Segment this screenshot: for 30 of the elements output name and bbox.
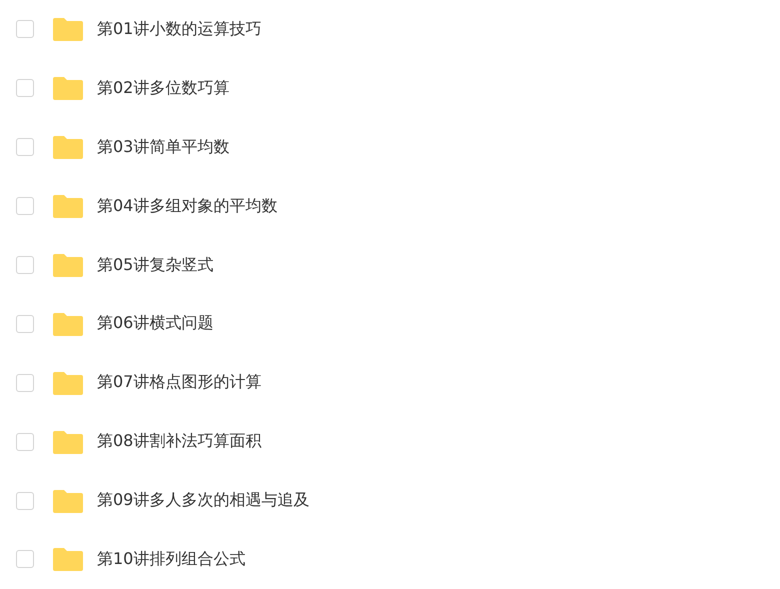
folder-name[interactable]: 第08讲割补法巧算面积 (97, 431, 262, 452)
checkbox[interactable] (16, 138, 34, 156)
folder-name[interactable]: 第06讲横式问题 (97, 313, 214, 334)
folder-icon (53, 430, 83, 454)
checkbox[interactable] (16, 197, 34, 216)
checkbox[interactable] (16, 256, 34, 274)
checkbox[interactable] (16, 374, 34, 392)
checkbox[interactable] (16, 550, 34, 568)
folder-name[interactable]: 第04讲多组对象的平均数 (97, 196, 278, 217)
folder-name[interactable]: 第10讲排列组合公式 (97, 548, 246, 570)
folder-icon (53, 488, 83, 513)
checkbox[interactable] (16, 79, 34, 98)
folder-icon (53, 370, 83, 395)
folder-icon (53, 135, 83, 160)
checkbox[interactable] (16, 492, 34, 510)
folder-icon (53, 253, 83, 277)
checkbox[interactable] (16, 432, 34, 451)
folder-name[interactable]: 第02讲多位数巧算 (97, 78, 230, 99)
folder-name[interactable]: 第01讲小数的运算技巧 (97, 18, 262, 40)
folder-name[interactable]: 第07讲格点图形的计算 (97, 372, 262, 394)
folder-icon (53, 194, 83, 218)
checkbox[interactable] (16, 314, 34, 333)
folder-icon (53, 547, 83, 572)
folder-icon (53, 76, 83, 100)
folder-icon (53, 17, 83, 42)
folder-name[interactable]: 第03讲简单平均数 (97, 136, 230, 158)
checkbox[interactable] (16, 20, 34, 38)
folder-name[interactable]: 第09讲多人多次的相遇与追及 (97, 490, 310, 512)
folder-icon (53, 312, 83, 336)
folder-name[interactable]: 第05讲复杂竖式 (97, 254, 214, 276)
